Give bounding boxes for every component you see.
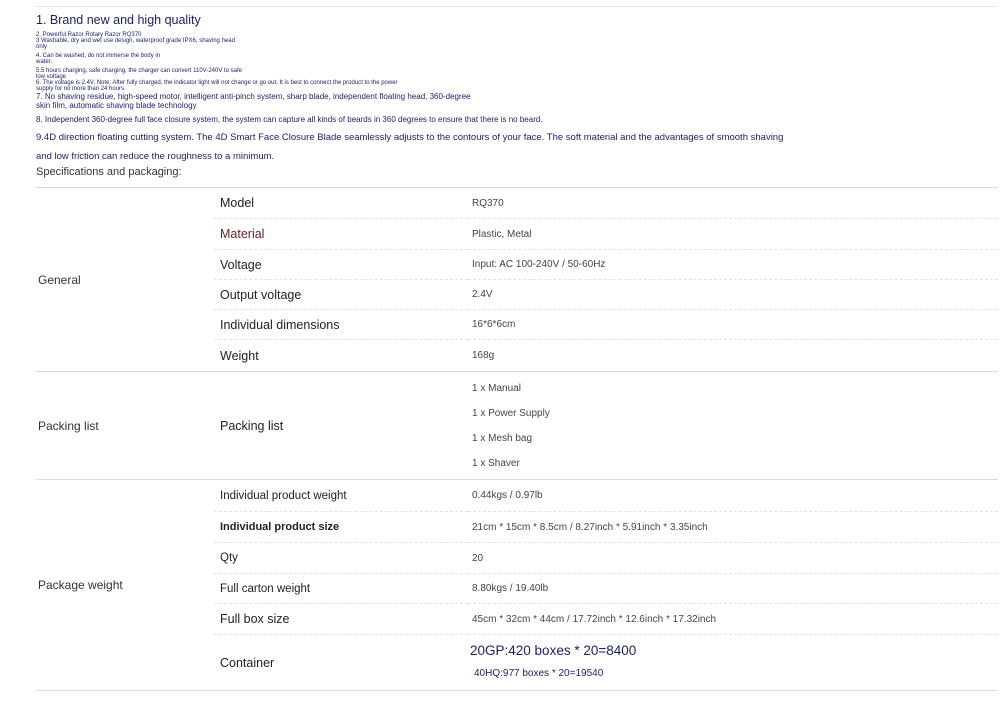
spec-value: 20	[472, 552, 484, 564]
container-20gp: 20GP:420 boxes * 20=8400	[470, 642, 637, 658]
description-line: 8. Independent 360-degree full face clos…	[36, 115, 543, 124]
description-line: only	[36, 44, 48, 50]
spec-value: 16*6*6cm	[472, 319, 516, 330]
group-label-packing: Packing list	[36, 371, 214, 480]
spec-label: Weight	[220, 348, 259, 363]
packing-items: 1 x Manual 1 x Power Supply 1 x Mesh bag…	[468, 371, 998, 480]
spec-value: 2.4V	[472, 289, 493, 300]
list-item: 1 x Shaver	[472, 457, 520, 469]
list-item: 1 x Mesh bag	[472, 432, 533, 444]
description-line: water.	[36, 59, 53, 65]
spec-label: Packing list	[220, 418, 284, 433]
description-heading: 1. Brand new and high quality	[36, 13, 201, 27]
spec-label: Full box size	[220, 612, 290, 626]
description-line: skin film, automatic shaving blade techn…	[36, 101, 197, 110]
table-row: Packing list Packing list 1 x Manual 1 x…	[36, 371, 998, 480]
table-row: General Model RQ370	[36, 187, 998, 372]
description-line: 7. No shaving residue, high-speed motor,…	[36, 92, 471, 101]
container-values: 20GP:420 boxes * 20=8400 40HQ:977 boxes …	[468, 634, 998, 691]
table-row: Package weight Individual product weight…	[36, 479, 998, 691]
spec-value: 0.44kgs / 0.97lb	[472, 490, 543, 501]
spec-label: Qty	[220, 552, 238, 564]
spec-value: 21cm * 15cm * 8.5cm / 8.27inch * 5.91inc…	[472, 521, 708, 533]
description-line: 9.4D direction floating cutting system. …	[36, 132, 784, 143]
spec-label: Individual product size	[220, 521, 340, 533]
list-item: 1 x Power Supply	[472, 407, 550, 419]
spec-label: Full carton weight	[220, 582, 311, 595]
spec-label: Individual dimensions	[220, 317, 340, 332]
group-label-general: General	[36, 187, 214, 372]
spec-label: Container	[220, 655, 275, 670]
spec-value: 45cm * 32cm * 44cm / 17.72inch * 12.6inc…	[472, 613, 717, 625]
description-line: and low friction can reduce the roughnes…	[36, 151, 275, 162]
spec-label: Individual product weight	[220, 489, 347, 502]
spec-value: Plastic, Metal	[472, 228, 532, 240]
spec-title: Specifications and packaging:	[36, 166, 182, 178]
spec-value: Input: AC 100-240V / 50-60Hz	[472, 259, 606, 270]
group-label-package: Package weight	[36, 479, 214, 691]
spec-table: General Model RQ370 Material Plastic, Me…	[36, 187, 998, 691]
spec-label: Material	[220, 227, 265, 241]
spec-value: RQ370	[472, 197, 504, 209]
top-divider	[36, 6, 998, 7]
spec-value: 168g	[472, 350, 495, 361]
product-description: 1. Brand new and high quality 2. Powerfu…	[36, 12, 976, 171]
spec-label: Voltage	[220, 257, 262, 272]
container-40hq: 40HQ:977 boxes * 20=19540	[474, 667, 604, 679]
spec-label: Output voltage	[220, 287, 302, 302]
list-item: 1 x Manual	[472, 382, 521, 394]
spec-value: 8.80kgs / 19.40lb	[472, 583, 549, 594]
spec-label: Model	[220, 196, 255, 210]
